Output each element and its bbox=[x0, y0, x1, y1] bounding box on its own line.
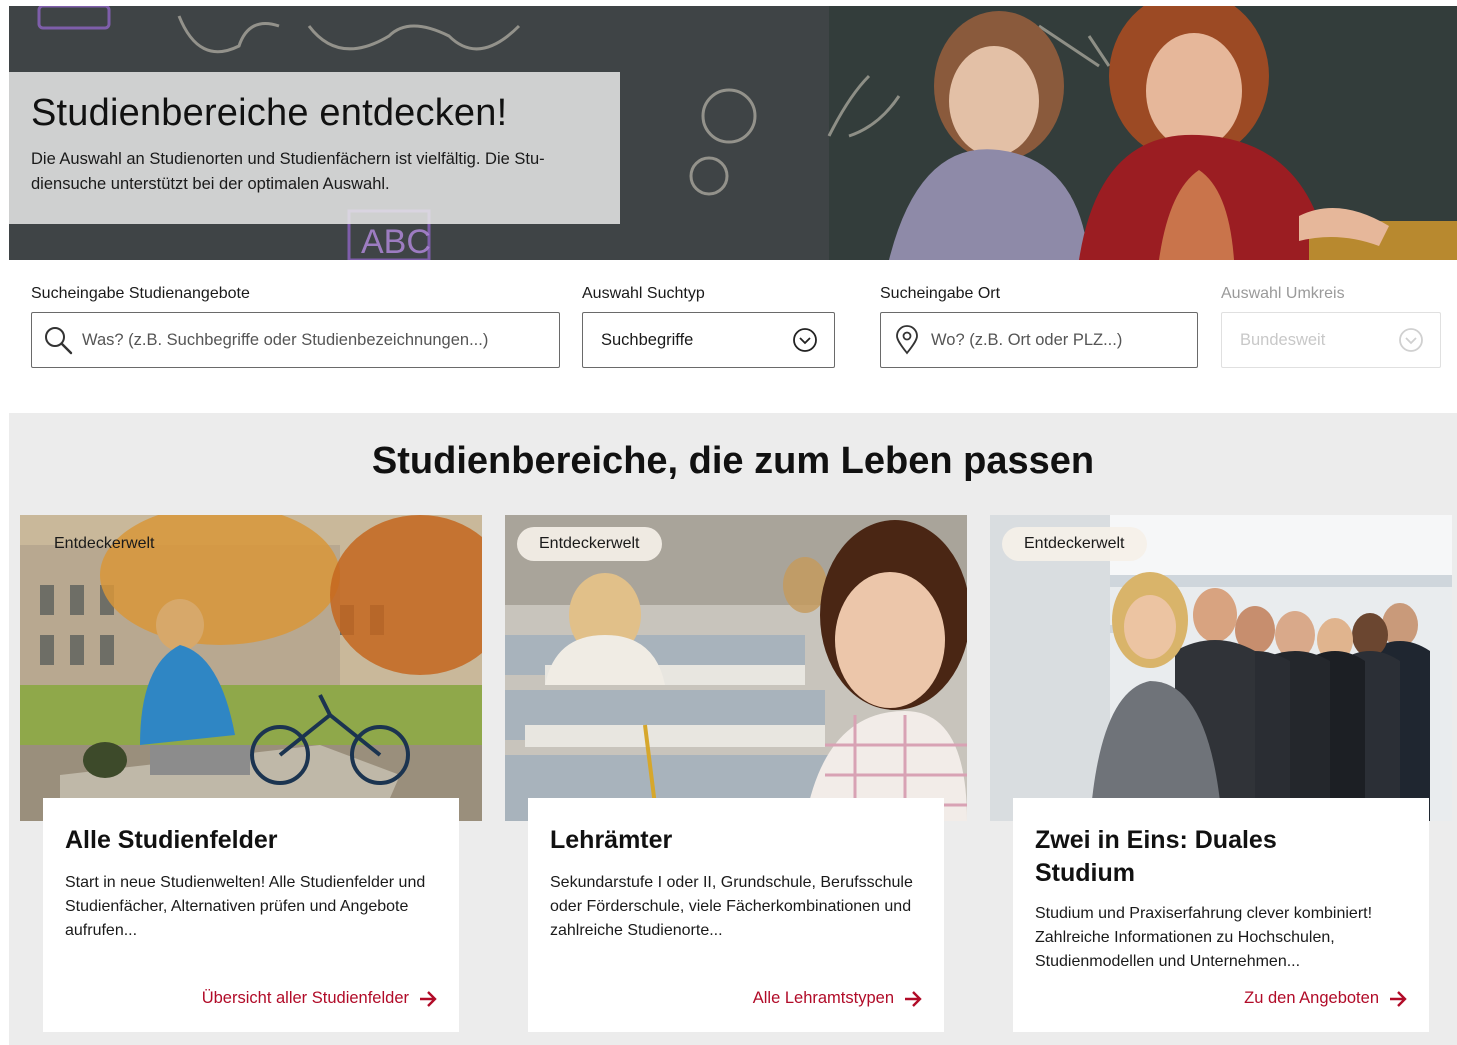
card-link-label: Alle Lehramtstypen bbox=[752, 989, 894, 1007]
card-image-team[interactable]: Entdeckerwelt bbox=[990, 515, 1452, 821]
hero-text-panel: Studienbereiche entdecken! Die Auswahl a… bbox=[9, 72, 620, 224]
card-lehraemter: Lehrämter Sekundarstufe I oder II, Grund… bbox=[528, 798, 944, 1032]
card-image-lecture[interactable]: Entdeckerwelt bbox=[505, 515, 967, 821]
chalk-abc-text: ABC bbox=[361, 223, 431, 260]
arrow-right-icon bbox=[1389, 990, 1407, 1007]
link-alle-studienfelder[interactable]: Übersicht aller Studienfelder bbox=[202, 989, 437, 1008]
section-title: Studienbereiche, die zum Leben passen bbox=[371, 440, 1095, 482]
card-alle-studienfelder: Alle Studienfelder Start in neue Studien… bbox=[43, 798, 459, 1032]
location-placeholder: Wo? (z.B. Ort oder PLZ...) bbox=[931, 330, 1123, 349]
search-icon bbox=[42, 324, 74, 356]
location-label: Sucheingabe Ort bbox=[880, 285, 1001, 302]
arrow-right-icon bbox=[419, 990, 437, 1007]
location-input[interactable]: Wo? (z.B. Ort oder PLZ...) bbox=[880, 312, 1198, 368]
search-type-value: Suchbegriffe bbox=[601, 330, 694, 349]
card-title: Lehrämter bbox=[550, 826, 673, 854]
hero-description: Die Auswahl an Studienorten und Studienf… bbox=[31, 150, 545, 193]
chevron-down-circle-icon bbox=[1398, 327, 1424, 353]
card-link-label: Zu den Angeboten bbox=[1244, 989, 1379, 1007]
card-text: Studium und Praxiserfahrung clever kombi… bbox=[1035, 905, 1373, 970]
card-text: Start in neue Studienwelten! Alle Studie… bbox=[65, 874, 426, 939]
type-label: Auswahl Suchtyp bbox=[582, 285, 705, 302]
search-type-select[interactable]: Suchbegriffe bbox=[582, 312, 835, 368]
entdeckerwelt-badge: Entdeckerwelt bbox=[1002, 527, 1147, 561]
radius-select[interactable]: Bundesweit bbox=[1221, 312, 1441, 368]
location-pin-icon bbox=[895, 325, 919, 355]
hero-banner: ABC Studienbereiche entdecken! Die Auswa… bbox=[9, 6, 1457, 260]
entdeckerwelt-badge: Entdeckerwelt bbox=[517, 527, 662, 561]
card-image-campus[interactable]: Entdeckerwelt bbox=[20, 515, 482, 821]
card-link-label: Übersicht aller Studienfelder bbox=[201, 989, 409, 1007]
card-duales-studium: Zwei in Eins: Duales Studium Studium und… bbox=[1013, 798, 1429, 1032]
link-alle-lehramtstypen[interactable]: Alle Lehramtstypen bbox=[753, 989, 922, 1008]
radius-value: Bundesweit bbox=[1240, 330, 1326, 349]
search-placeholder: Was? (z.B. Suchbegriffe oder Studienbeze… bbox=[82, 330, 489, 349]
radius-label: Auswahl Umkreis bbox=[1221, 285, 1345, 302]
search-input[interactable]: Was? (z.B. Suchbegriffe oder Studienbeze… bbox=[31, 312, 560, 368]
entdeckerwelt-badge: Entdeckerwelt bbox=[54, 535, 155, 552]
link-zu-den-angeboten[interactable]: Zu den Angeboten bbox=[1244, 989, 1407, 1008]
card-title: Zwei in Eins: Duales Studium bbox=[1035, 826, 1277, 887]
hero-title: Studienbereiche entdecken! bbox=[31, 92, 508, 134]
chevron-down-circle-icon bbox=[792, 327, 818, 353]
query-label: Sucheingabe Studienangebote bbox=[31, 285, 250, 302]
card-title: Alle Studienfelder bbox=[65, 826, 278, 854]
card-text: Sekundarstufe I oder II, Grundschule, Be… bbox=[550, 874, 913, 939]
arrow-right-icon bbox=[904, 990, 922, 1007]
